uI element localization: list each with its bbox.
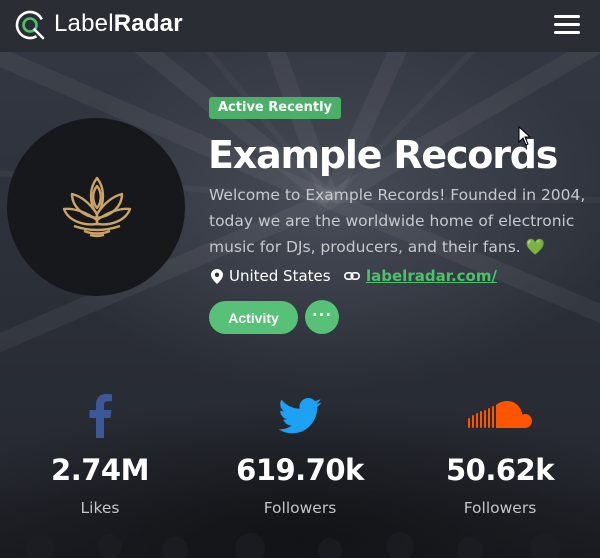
top-navbar: LabelRadar [0, 0, 600, 52]
facebook-icon [89, 394, 112, 438]
hamburger-menu-icon[interactable] [554, 15, 580, 37]
label-description: Welcome to Example Records! Founded in 2… [209, 182, 594, 260]
soundcloud-icon [468, 401, 532, 428]
map-pin-icon [211, 268, 223, 284]
labelradar-logo-icon[interactable] [14, 9, 46, 41]
facebook-likes-label: Likes [80, 499, 120, 517]
location-text: United States [229, 267, 331, 285]
location-row: United States [211, 266, 331, 286]
label-avatar [7, 118, 185, 296]
twitter-icon [278, 398, 322, 434]
green-heart-emoji: 💚 [525, 238, 545, 256]
website-row: labelradar.com/ [344, 266, 497, 286]
stat-twitter[interactable]: 619.70k Followers [200, 392, 400, 518]
stat-facebook[interactable]: 2.74M Likes [0, 392, 200, 518]
brand-name-bold: Radar [113, 10, 183, 37]
activity-button[interactable]: Activity [209, 301, 298, 334]
soundcloud-followers-label: Followers [463, 499, 537, 517]
twitter-followers-count: 619.70k [236, 453, 364, 487]
facebook-likes-count: 2.74M [51, 453, 149, 487]
stat-soundcloud[interactable]: 50.62k Followers [400, 392, 600, 518]
status-badge: Active Recently [209, 97, 342, 119]
more-options-button[interactable]: ··· [305, 300, 339, 334]
brand-name[interactable]: LabelRadar [54, 9, 183, 39]
twitter-followers-label: Followers [263, 499, 337, 517]
lotus-logo-icon [62, 176, 132, 238]
label-title: Example Records [208, 133, 558, 177]
brand-name-light: Label [54, 10, 114, 37]
website-link[interactable]: labelradar.com/ [366, 266, 497, 286]
soundcloud-followers-count: 50.62k [445, 453, 555, 487]
link-icon [344, 271, 360, 281]
mouse-cursor-icon [518, 126, 532, 146]
